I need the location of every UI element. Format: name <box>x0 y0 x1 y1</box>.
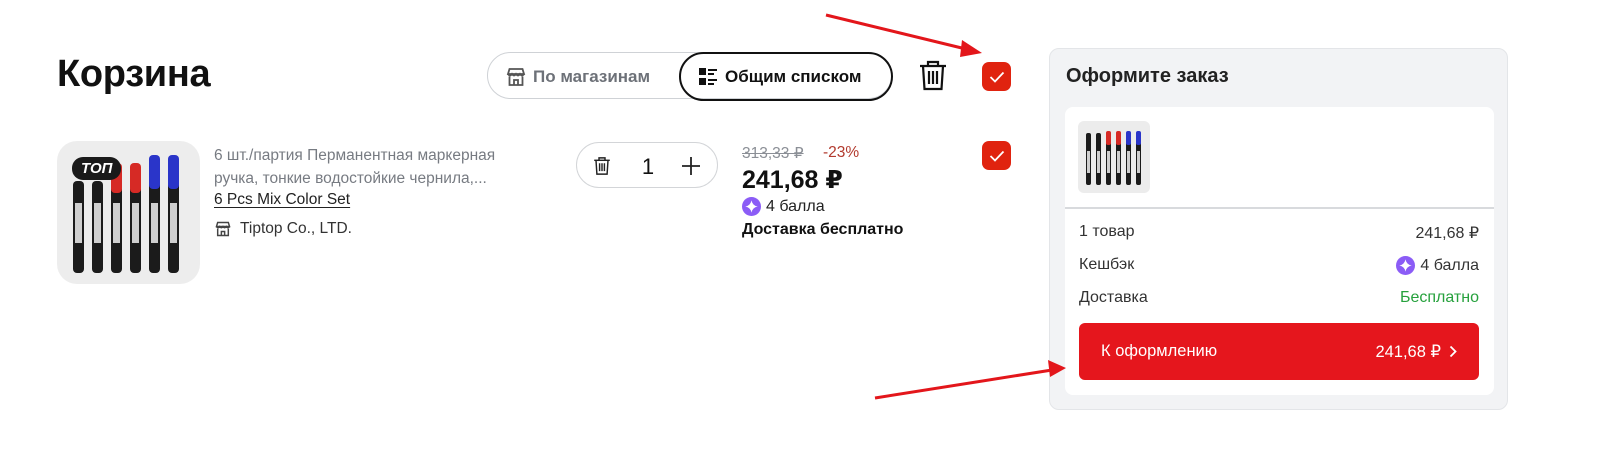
cashback-value: 4 балла <box>1420 256 1479 274</box>
checkout-button[interactable]: К оформлению 241,68 ₽ <box>1079 323 1479 380</box>
annotation-arrow-to-checkout <box>874 360 1066 400</box>
product-variant-link[interactable]: 6 Pcs Mix Color Set <box>214 191 350 209</box>
increase-quantity-button[interactable] <box>681 156 701 181</box>
check-icon <box>989 150 1004 162</box>
annotation-arrow-to-checkbox <box>825 13 982 57</box>
summary-row-delivery: Доставка Бесплатно <box>1079 289 1479 307</box>
summary-title: Оформите заказ <box>1066 65 1229 87</box>
current-price: 241,68 ₽ <box>742 166 843 194</box>
toggle-common-list-label: Общим списком <box>725 66 862 86</box>
summary-card: 1 товар 241,68 ₽ Кешбэк 4 балла Доставка… <box>1065 107 1494 395</box>
store-icon <box>214 220 232 238</box>
product-title[interactable]: 6 шт./партия Перманентная маркерная ручк… <box>214 144 544 190</box>
seller-link[interactable]: Tiptop Co., LTD. <box>214 220 352 238</box>
select-all-checkbox[interactable] <box>982 62 1011 91</box>
toggle-by-stores-label: По магазинам <box>533 66 651 86</box>
cashback-value-wrap: 4 балла <box>1396 256 1479 275</box>
items-value: 241,68 ₽ <box>1415 225 1479 242</box>
summary-row-items: 1 товар 241,68 ₽ <box>1079 223 1479 243</box>
list-icon <box>697 66 719 88</box>
item-checkbox[interactable] <box>982 141 1011 170</box>
points-value: 4 балла <box>766 197 825 215</box>
chevron-right-icon <box>1449 345 1457 358</box>
delete-selected-button[interactable] <box>918 59 948 97</box>
remove-item-button[interactable] <box>593 156 611 181</box>
toggle-by-stores[interactable]: По магазинам <box>505 53 650 100</box>
trash-icon <box>920 60 946 91</box>
cashback-label: Кешбэк <box>1079 256 1135 273</box>
items-label: 1 товар <box>1079 223 1135 240</box>
points-info: 4 балла <box>742 197 825 216</box>
checkout-total-wrap: 241,68 ₽ <box>1375 342 1457 362</box>
order-summary: Оформите заказ 1 товар 241,68 ₽ Кешбэк 4… <box>1049 48 1508 410</box>
discount-badge: -23% <box>823 144 860 161</box>
product-title-line1: 6 шт./партия Перманентная маркерная <box>214 147 496 164</box>
plus-icon <box>682 157 700 175</box>
sparkle-coin-icon <box>742 197 761 216</box>
delivery-info: Доставка бесплатно <box>742 221 904 238</box>
seller-name: Tiptop Co., LTD. <box>240 220 352 237</box>
delivery-value: Бесплатно <box>1399 289 1479 306</box>
view-toggle: По магазинам Общим списком <box>487 52 893 101</box>
page-title: Корзина <box>57 53 211 95</box>
check-icon <box>989 71 1004 83</box>
top-badge: ТОП <box>72 157 122 180</box>
quantity-stepper: 1 <box>576 142 718 188</box>
product-title-line2: ручка, тонкие водостойкие чернила,... <box>214 170 487 187</box>
markers-thumbnail <box>1086 131 1141 185</box>
summary-divider <box>1065 207 1494 209</box>
quantity-value[interactable]: 1 <box>637 154 659 180</box>
sparkle-coin-icon <box>1396 256 1416 275</box>
trash-icon <box>594 157 610 175</box>
summary-row-cashback: Кешбэк 4 балла <box>1079 256 1479 275</box>
product-image[interactable]: ТОП <box>57 141 200 284</box>
checkout-label: К оформлению <box>1101 342 1218 360</box>
delivery-label: Доставка <box>1079 289 1148 306</box>
toggle-common-list[interactable]: Общим списком <box>679 52 893 101</box>
summary-product-thumbnail[interactable] <box>1078 121 1150 193</box>
checkout-total: 241,68 ₽ <box>1375 342 1441 361</box>
store-icon <box>505 66 527 88</box>
old-price: 313,33 ₽ <box>742 145 804 162</box>
